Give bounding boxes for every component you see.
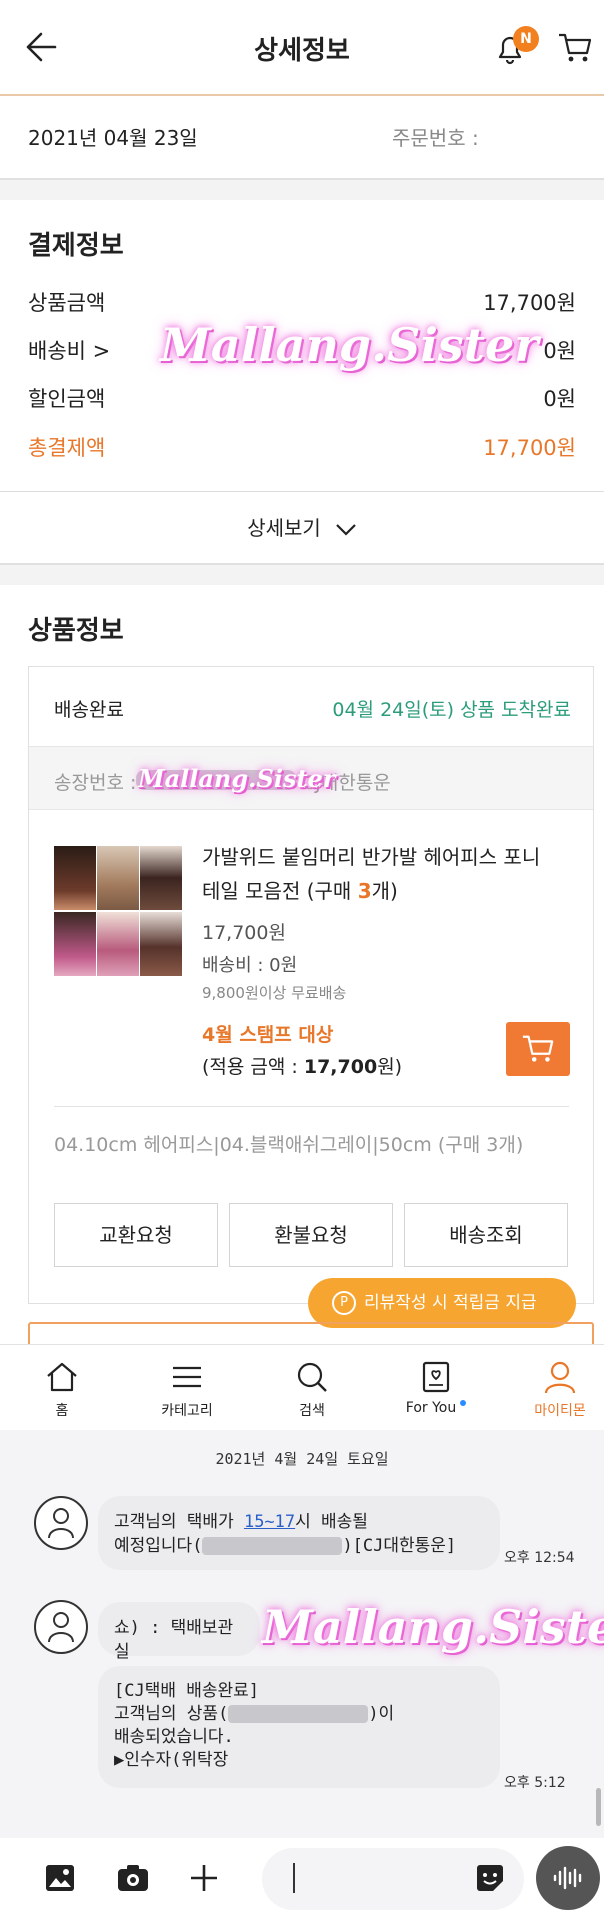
chat-message-1: 고객님의 택배가 15~17시 배송될 예정입니다()[CJ대한통운]	[98, 1496, 500, 1570]
section-divider	[0, 563, 604, 585]
new-dot-icon	[460, 1400, 467, 1406]
emoji-sticker-icon[interactable]	[474, 1862, 506, 1894]
free-shipping-note: 9,800원이상 무료배송	[202, 984, 347, 1002]
nav-my-tmon[interactable]: 마이티몬	[520, 1360, 600, 1420]
product-shipping: 배송비 : 0원	[202, 955, 298, 976]
redacted-invoice	[202, 1537, 343, 1555]
sender-avatar[interactable]	[34, 1600, 88, 1654]
review-button-partial[interactable]	[28, 1322, 594, 1346]
order-number-label: 주문번호 :	[392, 126, 479, 150]
scrollbar[interactable]	[596, 1788, 601, 1826]
search-icon	[297, 1362, 327, 1392]
message-time: 오후 12:54	[504, 1550, 575, 1566]
point-icon: P	[332, 1291, 356, 1315]
option-info: 04.10cm 헤어피스|04.블랙애쉬그레이|50cm (구매 3개)	[54, 1134, 524, 1156]
exchange-request-button[interactable]: 교환요청	[54, 1203, 218, 1267]
product-thumbnail[interactable]	[54, 846, 182, 976]
divider	[54, 1106, 569, 1107]
top-header: 상세정보 N	[0, 0, 604, 96]
applied-amount: (적용 금액 : 17,700원)	[202, 1056, 403, 1078]
gallery-icon[interactable]	[44, 1862, 76, 1894]
avatar-icon	[48, 1612, 74, 1643]
cart-icon[interactable]	[556, 30, 594, 66]
nav-category[interactable]: 카테고리	[147, 1360, 227, 1420]
invoice-label: 송장번호 :	[54, 772, 137, 794]
review-reward-tooltip: P 리뷰작성 시 적립금 지급	[308, 1278, 576, 1328]
camera-icon[interactable]	[116, 1862, 150, 1894]
watermark: Mallang.Sister	[138, 764, 336, 793]
detail-toggle-label: 상세보기	[247, 516, 321, 540]
refund-request-button[interactable]: 환불요청	[229, 1203, 393, 1267]
chat-message-2: [CJ택배 배송완료] 고객님의 상품()이 배송되었습니다. ▶인수자(위탁장	[98, 1666, 500, 1788]
redacted-product	[228, 1705, 369, 1723]
payment-row-product: 상품금액 17,700원	[28, 291, 576, 315]
menu-icon	[173, 1366, 201, 1388]
cart-icon	[522, 1035, 554, 1062]
detail-toggle-button[interactable]: 상세보기	[0, 491, 604, 563]
person-icon	[544, 1361, 576, 1394]
payment-row-total: 총결제액 17,700원	[28, 436, 576, 460]
notification-badge: N	[513, 26, 539, 52]
delivery-track-button[interactable]: 배송조회	[404, 1203, 568, 1267]
sender-avatar[interactable]	[34, 1496, 88, 1550]
voice-wave-icon	[553, 1866, 582, 1890]
voice-button[interactable]	[536, 1846, 600, 1910]
delivery-status: 배송완료	[54, 699, 124, 721]
product-section-title: 상품정보	[28, 616, 124, 646]
sender-name-bubble: 쇼) : 택배보관실	[98, 1602, 260, 1662]
home-icon	[47, 1362, 77, 1392]
add-to-cart-button[interactable]	[506, 1022, 570, 1076]
chevron-down-icon	[336, 523, 356, 536]
payment-row-discount: 할인금액 0원	[28, 387, 576, 411]
chat-date: 2021년 4월 24일 토요일	[215, 1450, 389, 1468]
payment-title: 결제정보	[28, 231, 124, 261]
product-price: 17,700원	[202, 922, 286, 944]
message-time: 오후 5:12	[504, 1775, 566, 1791]
plus-icon[interactable]	[188, 1862, 220, 1894]
time-link[interactable]: 15~17	[244, 1512, 295, 1532]
watermark: Mallang.Sister	[262, 1600, 604, 1654]
stamp-event: 4월 스탬프 대상	[202, 1024, 334, 1046]
section-divider	[0, 178, 604, 200]
watermark: Mallang.Sister	[160, 318, 539, 372]
order-date: 2021년 04월 23일	[28, 126, 198, 150]
arrival-info: 04월 24일(토) 상품 도착완료	[332, 699, 571, 721]
text-cursor	[293, 1863, 295, 1893]
nav-home[interactable]: 홈	[22, 1360, 102, 1420]
avatar-icon	[48, 1508, 74, 1539]
nav-search[interactable]: 검색	[272, 1360, 352, 1420]
nav-for-you[interactable]: For You	[396, 1360, 476, 1416]
for-you-icon	[422, 1361, 450, 1393]
product-name[interactable]: 가발위드 붙임머리 반가발 헤어피스 포니 테일 모음전 (구매 3개)	[202, 840, 574, 908]
